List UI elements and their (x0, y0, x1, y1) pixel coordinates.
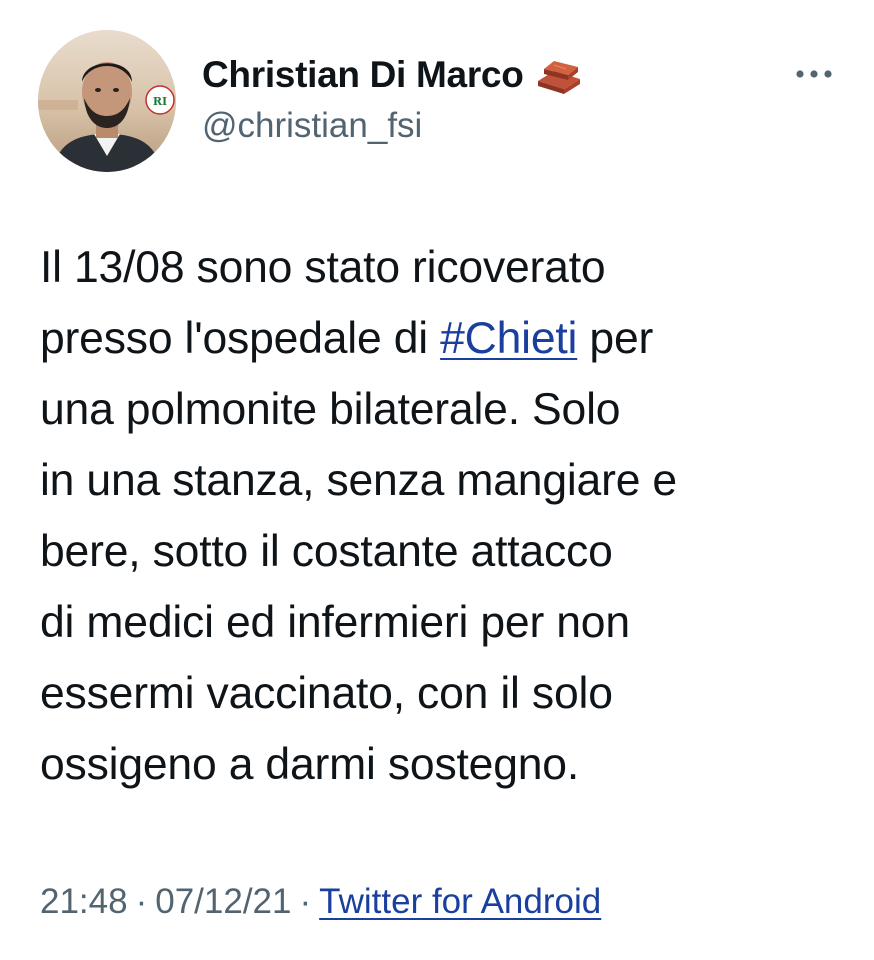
meta-separator: · (135, 882, 148, 921)
tweet-text-line: presso l'ospedale di #Chieti per (40, 303, 860, 374)
tweet-text-line: Il 13/08 sono stato ricoverato (40, 243, 606, 292)
profile-photo-icon: RI (38, 30, 176, 172)
more-horizontal-icon (796, 70, 832, 78)
tweet-time[interactable]: 21:48 (40, 882, 128, 921)
author-display-name[interactable]: Christian Di Marco (202, 54, 524, 96)
tweet-text-segment: per (577, 314, 654, 363)
more-options-button[interactable] (790, 60, 838, 88)
tweet-meta: 21:48 · 07/12/21 · Twitter for Android (40, 882, 601, 922)
tweet-text-line: ossigeno a darmi sostegno. (40, 740, 580, 789)
svg-text:RI: RI (153, 95, 167, 108)
author-name-row[interactable]: Christian Di Marco (202, 52, 584, 98)
tweet-text-line: essermi vaccinato, con il solo (40, 669, 613, 718)
tweet-source-link[interactable]: Twitter for Android (319, 882, 601, 921)
tweet-text-line: di medici ed infermieri per non (40, 598, 630, 647)
tweet-text: Il 13/08 sono stato ricoverato presso l'… (40, 232, 860, 800)
tweet-text-line: in una stanza, senza mangiare e (40, 456, 677, 505)
tweet-text-line: bere, sotto il costante attacco (40, 527, 613, 576)
avatar[interactable]: RI (38, 30, 176, 172)
tweet-text-segment: presso l'ospedale di (40, 314, 441, 363)
tweet-text-line: una polmonite bilaterale. Solo (40, 385, 621, 434)
brick-icon (534, 55, 584, 95)
meta-separator: · (299, 882, 312, 921)
tweet-date[interactable]: 07/12/21 (155, 882, 291, 921)
tweet-card: RI Christian Di Marco @christian_fsi Il … (0, 0, 874, 960)
author-handle[interactable]: @christian_fsi (202, 106, 422, 146)
hashtag-link[interactable]: #Chieti (440, 314, 577, 363)
